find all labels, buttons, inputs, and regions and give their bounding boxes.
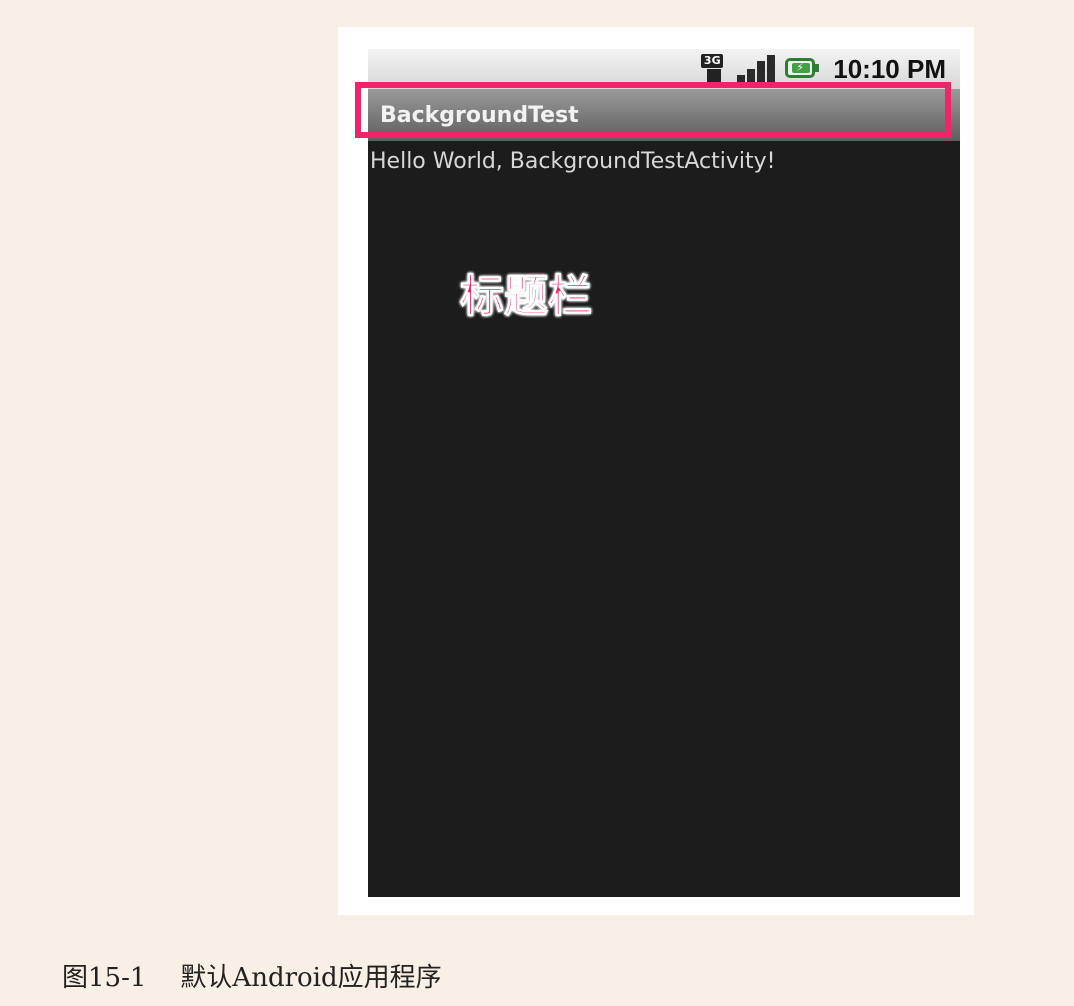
hello-world-text: Hello World, BackgroundTestActivity!: [370, 149, 776, 174]
figure-caption: 图15-1 默认Android应用程序: [62, 958, 442, 998]
annotation-label: 标题栏: [460, 271, 593, 323]
3g-data-icon: 3G: [701, 54, 731, 84]
caption-text: 默认Android应用程序: [180, 963, 442, 993]
network-type-badge: 3G: [701, 54, 724, 68]
figure-card: 3G ⚡ 10:10 PM BackgroundTest Hello World…: [338, 27, 974, 915]
figure-number: 图15-1: [62, 963, 147, 993]
title-bar-highlight-box: [355, 82, 951, 138]
battery-charging-icon: ⚡: [783, 56, 821, 82]
signal-bar: [767, 55, 776, 85]
signal-strength-icon: [737, 53, 777, 85]
android-screen: 3G ⚡ 10:10 PM BackgroundTest Hello World…: [355, 49, 960, 897]
data-arrows-icon: [707, 69, 722, 83]
charging-bolt-icon: ⚡: [796, 61, 804, 74]
